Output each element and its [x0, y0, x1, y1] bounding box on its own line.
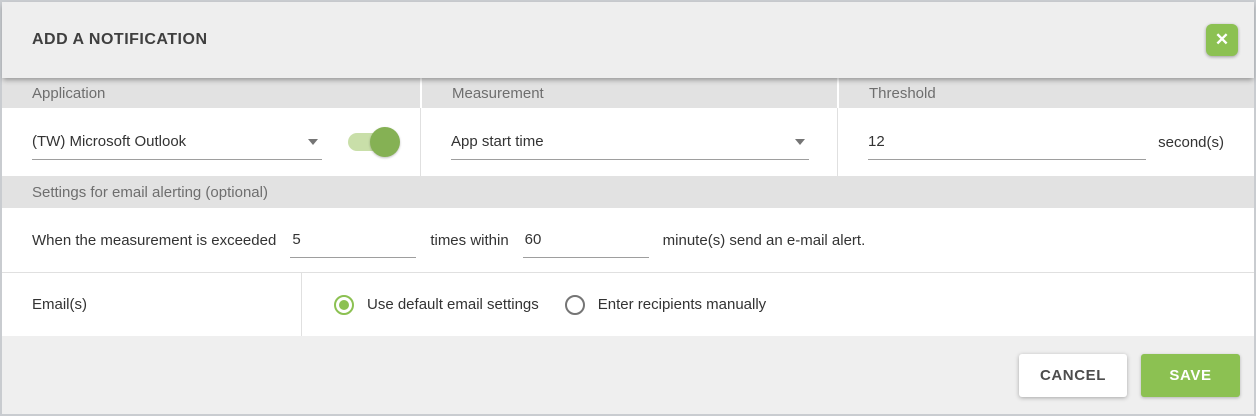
emails-label: Email(s)	[2, 273, 302, 336]
close-icon: ✕	[1215, 30, 1229, 50]
save-button[interactable]: SAVE	[1141, 354, 1240, 397]
application-column: Application (TW) Microsoft Outlook	[2, 78, 420, 176]
dialog-header: ADD A NOTIFICATION ✕	[2, 2, 1254, 78]
email-settings-section-header: Settings for email alerting (optional)	[2, 176, 1254, 208]
email-options-group: Use default email settings Enter recipie…	[302, 273, 778, 336]
application-select-value: (TW) Microsoft Outlook	[32, 133, 186, 150]
condition-text-part3: minute(s) send an e-mail alert.	[663, 232, 866, 249]
chevron-down-icon	[308, 139, 318, 145]
close-button[interactable]: ✕	[1206, 24, 1238, 56]
chevron-down-icon	[795, 139, 805, 145]
condition-text-part1: When the measurement is exceeded	[32, 232, 276, 249]
application-select[interactable]: (TW) Microsoft Outlook	[32, 124, 322, 160]
measurement-label: Measurement	[420, 78, 837, 108]
add-notification-dialog: ADD A NOTIFICATION ✕ Application (TW) Mi…	[0, 0, 1256, 416]
radio-option-label: Enter recipients manually	[598, 296, 766, 313]
alert-condition-row: When the measurement is exceeded 5 times…	[2, 208, 1254, 273]
threshold-input[interactable]: 12	[868, 124, 1146, 160]
threshold-unit-label: second(s)	[1158, 134, 1224, 151]
measurement-column: Measurement App start time	[420, 78, 837, 176]
measurement-select[interactable]: App start time	[451, 124, 809, 160]
cancel-button[interactable]: CANCEL	[1019, 354, 1127, 397]
application-enabled-toggle[interactable]	[348, 127, 400, 157]
threshold-column: Threshold 12 second(s)	[837, 78, 1254, 176]
times-input[interactable]: 5	[290, 222, 416, 258]
top-fields-row: Application (TW) Microsoft Outlook Measu…	[2, 78, 1254, 176]
radio-selected-icon	[334, 295, 354, 315]
condition-text-part2: times within	[430, 232, 508, 249]
dialog-footer: CANCEL SAVE	[2, 336, 1254, 414]
radio-option-default-email[interactable]: Use default email settings	[334, 295, 551, 315]
radio-option-label: Use default email settings	[367, 296, 539, 313]
measurement-select-value: App start time	[451, 133, 544, 150]
radio-option-manual-recipients[interactable]: Enter recipients manually	[565, 295, 778, 315]
radio-unselected-icon	[565, 295, 585, 315]
minutes-input[interactable]: 60	[523, 222, 649, 258]
toggle-knob	[370, 127, 400, 157]
emails-row: Email(s) Use default email settings Ente…	[2, 273, 1254, 336]
threshold-label: Threshold	[837, 78, 1254, 108]
dialog-title: ADD A NOTIFICATION	[32, 31, 208, 49]
measurement-input-cell: App start time	[420, 108, 837, 176]
application-label: Application	[2, 78, 420, 108]
threshold-input-cell: 12 second(s)	[837, 108, 1254, 176]
application-input-cell: (TW) Microsoft Outlook	[2, 108, 420, 176]
